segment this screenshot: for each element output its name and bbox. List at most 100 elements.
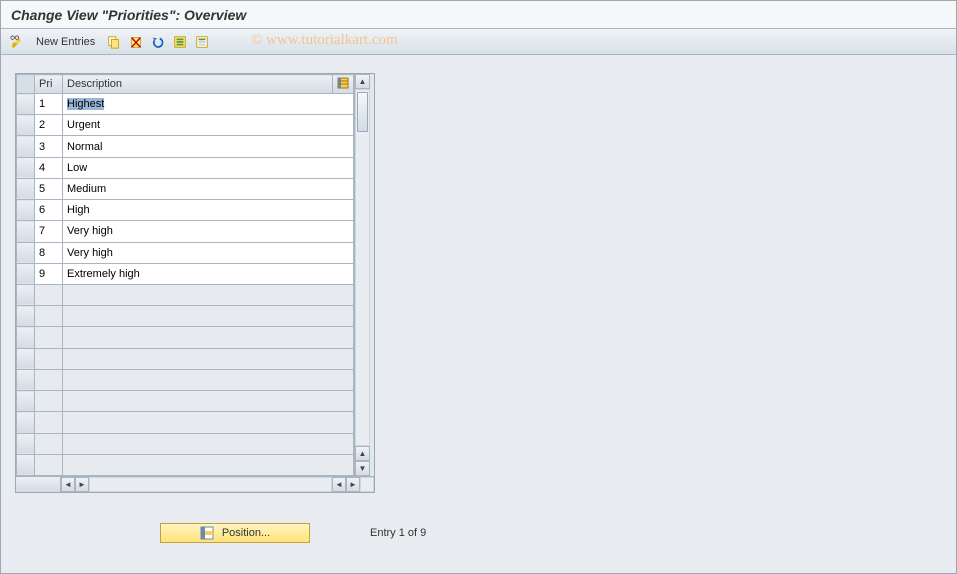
table-row[interactable]: 6High xyxy=(17,200,354,221)
table-row-empty[interactable] xyxy=(17,348,354,369)
select-all-button[interactable] xyxy=(170,32,190,52)
cell-desc[interactable] xyxy=(63,433,354,454)
cell-pri[interactable] xyxy=(35,412,63,433)
cell-pri[interactable]: 4 xyxy=(35,157,63,178)
cell-pri[interactable]: 7 xyxy=(35,221,63,242)
table-row-empty[interactable] xyxy=(17,391,354,412)
column-header-pri[interactable]: Pri xyxy=(35,75,63,94)
cell-pri[interactable]: 1 xyxy=(35,94,63,115)
cell-pri[interactable]: 8 xyxy=(35,242,63,263)
cell-pri[interactable]: 3 xyxy=(35,136,63,157)
table-row-empty[interactable] xyxy=(17,327,354,348)
hscroll-right-button[interactable]: ◄ xyxy=(332,477,346,492)
delete-icon xyxy=(129,35,143,49)
cell-pri[interactable] xyxy=(35,391,63,412)
vscroll-track[interactable] xyxy=(355,89,370,446)
cell-desc[interactable] xyxy=(63,327,354,348)
cell-desc[interactable]: Very high xyxy=(63,221,354,242)
cell-desc[interactable]: Extremely high xyxy=(63,263,354,284)
cell-desc[interactable]: Urgent xyxy=(63,115,354,136)
scroll-down2-button[interactable]: ▼ xyxy=(355,461,370,476)
row-selector[interactable] xyxy=(17,242,35,263)
row-selector[interactable] xyxy=(17,157,35,178)
cell-desc[interactable]: Medium xyxy=(63,178,354,199)
cell-desc[interactable] xyxy=(63,306,354,327)
configure-columns-button[interactable] xyxy=(333,75,354,94)
row-selector[interactable] xyxy=(17,115,35,136)
row-selector[interactable] xyxy=(17,136,35,157)
cell-pri[interactable] xyxy=(35,284,63,305)
cell-desc[interactable]: Normal xyxy=(63,136,354,157)
table-row[interactable]: 2Urgent xyxy=(17,115,354,136)
cell-pri[interactable] xyxy=(35,327,63,348)
row-selector[interactable] xyxy=(17,263,35,284)
table-row[interactable]: 1Highest xyxy=(17,94,354,115)
cell-desc[interactable]: Highest xyxy=(63,94,354,115)
table-row[interactable]: 9Extremely high xyxy=(17,263,354,284)
cell-desc[interactable]: High xyxy=(63,200,354,221)
table-row[interactable]: 8Very high xyxy=(17,242,354,263)
cell-pri[interactable]: 5 xyxy=(35,178,63,199)
cell-pri[interactable] xyxy=(35,369,63,390)
row-selector[interactable] xyxy=(17,369,35,390)
table-row[interactable]: 7Very high xyxy=(17,221,354,242)
table-row[interactable]: 4Low xyxy=(17,157,354,178)
row-selector[interactable] xyxy=(17,348,35,369)
vscroll-thumb[interactable] xyxy=(357,92,368,132)
row-selector[interactable] xyxy=(17,327,35,348)
cell-desc[interactable] xyxy=(63,348,354,369)
copy-as-button[interactable] xyxy=(104,32,124,52)
cell-desc[interactable] xyxy=(63,412,354,433)
cell-pri[interactable]: 2 xyxy=(35,115,63,136)
row-selector[interactable] xyxy=(17,412,35,433)
cell-desc[interactable]: Low xyxy=(63,157,354,178)
column-header-desc[interactable]: Description xyxy=(63,75,333,94)
row-selector[interactable] xyxy=(17,306,35,327)
table-row[interactable]: 3Normal xyxy=(17,136,354,157)
row-selector[interactable] xyxy=(17,178,35,199)
footer-bar: Position... Entry 1 of 9 xyxy=(15,523,956,543)
cell-pri[interactable] xyxy=(35,454,63,475)
new-entries-button[interactable]: New Entries xyxy=(29,32,102,52)
hscroll-left2-button[interactable]: ► xyxy=(75,477,89,492)
toggle-button[interactable] xyxy=(7,32,27,52)
cell-desc[interactable]: Very high xyxy=(63,242,354,263)
hscroll-right2-button[interactable]: ► xyxy=(346,477,360,492)
row-selector[interactable] xyxy=(17,391,35,412)
row-selector-header[interactable] xyxy=(17,75,35,94)
table-row-empty[interactable] xyxy=(17,412,354,433)
row-selector[interactable] xyxy=(17,284,35,305)
table-row[interactable]: 5Medium xyxy=(17,178,354,199)
table-row-empty[interactable] xyxy=(17,454,354,475)
entry-status: Entry 1 of 9 xyxy=(370,527,426,539)
deselect-all-button[interactable] xyxy=(192,32,212,52)
scroll-up-button[interactable]: ▲ xyxy=(355,74,370,89)
cell-desc[interactable] xyxy=(63,284,354,305)
scroll-down-button[interactable]: ▲ xyxy=(355,446,370,461)
cell-desc[interactable] xyxy=(63,369,354,390)
cell-pri[interactable]: 9 xyxy=(35,263,63,284)
cell-desc[interactable] xyxy=(63,454,354,475)
row-selector[interactable] xyxy=(17,454,35,475)
cell-pri[interactable] xyxy=(35,306,63,327)
delete-button[interactable] xyxy=(126,32,146,52)
row-selector[interactable] xyxy=(17,94,35,115)
table-row-empty[interactable] xyxy=(17,433,354,454)
row-selector[interactable] xyxy=(17,221,35,242)
cell-pri[interactable]: 6 xyxy=(35,200,63,221)
cell-desc[interactable] xyxy=(63,391,354,412)
vertical-scrollbar[interactable]: ▲ ▲ ▼ xyxy=(354,74,370,476)
cell-pri[interactable] xyxy=(35,433,63,454)
row-selector[interactable] xyxy=(17,200,35,221)
horizontal-scrollbar[interactable]: ◄ ► ◄ ► xyxy=(16,476,374,492)
row-selector[interactable] xyxy=(17,433,35,454)
hscroll-left-button[interactable]: ◄ xyxy=(61,477,75,492)
position-button[interactable]: Position... xyxy=(160,523,310,543)
hscroll-track[interactable] xyxy=(89,477,332,492)
table-row-empty[interactable] xyxy=(17,284,354,305)
table-row-empty[interactable] xyxy=(17,369,354,390)
priorities-grid[interactable]: Pri Description 1Highest2Urgent3Normal4L… xyxy=(16,74,354,476)
cell-pri[interactable] xyxy=(35,348,63,369)
undo-button[interactable] xyxy=(148,32,168,52)
table-row-empty[interactable] xyxy=(17,306,354,327)
